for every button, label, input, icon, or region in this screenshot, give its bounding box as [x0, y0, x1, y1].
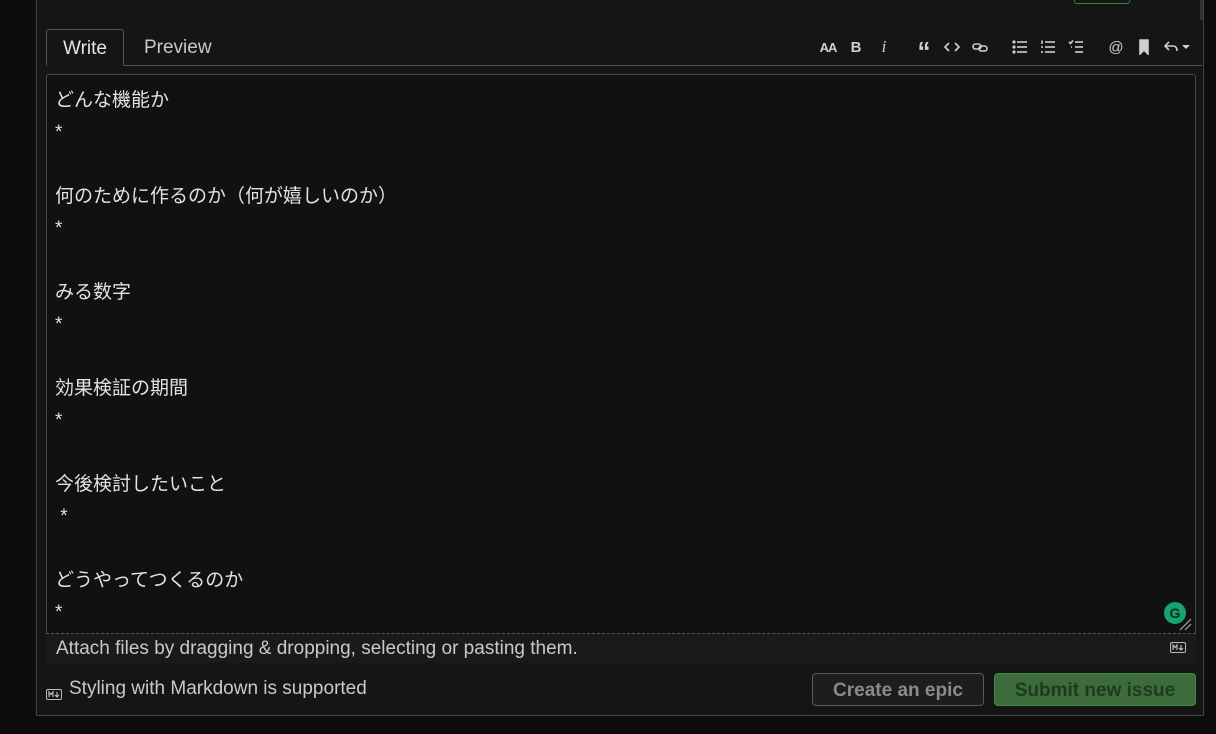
- quote-button[interactable]: “: [910, 35, 938, 66]
- mention-button[interactable]: @: [1102, 35, 1130, 59]
- quote-icon: “: [917, 36, 931, 66]
- reply-button[interactable]: [1158, 35, 1194, 59]
- tab-divider: [46, 65, 1202, 66]
- reference-button[interactable]: [1130, 35, 1158, 59]
- code-icon: [944, 42, 960, 52]
- file-attach-bar[interactable]: Attach files by dragging & dropping, sel…: [46, 633, 1196, 663]
- italic-icon: i: [881, 37, 887, 56]
- submit-new-issue-button[interactable]: Submit new issue: [994, 673, 1196, 706]
- italic-button[interactable]: i: [870, 35, 898, 59]
- create-epic-button[interactable]: Create an epic: [812, 673, 984, 706]
- chevron-down-icon: [1181, 45, 1190, 49]
- markdown-icon: [46, 689, 62, 700]
- reply-icon: [1163, 41, 1178, 52]
- editor-content: どんな機能か * 何のために作るのか（何が嬉しいのか） * みる数字 * 効果検…: [55, 90, 398, 623]
- resize-handle-icon[interactable]: [1178, 617, 1192, 631]
- heading-icon: AA: [819, 39, 838, 55]
- formatting-toolbar: AA B i “ @: [814, 35, 1194, 66]
- top-green-element: [1074, 0, 1130, 4]
- attach-files-text: Attach files by dragging & dropping, sel…: [56, 638, 578, 659]
- markdown-icon: [1170, 642, 1186, 653]
- mention-icon: @: [1108, 38, 1124, 56]
- task-list-icon: [1068, 39, 1083, 53]
- bullet-list-icon: [1012, 40, 1027, 54]
- tab-preview[interactable]: Preview: [124, 29, 228, 66]
- link-button[interactable]: [966, 35, 994, 59]
- scrollbar-strip: [1200, 0, 1203, 20]
- task-list-button[interactable]: [1062, 35, 1090, 59]
- comment-textarea[interactable]: どんな機能か * 何のために作るのか（何が嬉しいのか） * みる数字 * 効果検…: [46, 74, 1196, 633]
- bullet-list-button[interactable]: [1006, 35, 1034, 59]
- tab-write[interactable]: Write: [46, 29, 124, 66]
- bookmark-icon: [1139, 39, 1149, 55]
- link-icon: [972, 43, 988, 52]
- bold-button[interactable]: B: [842, 35, 870, 59]
- editor-tabs: Write Preview: [46, 29, 228, 66]
- numbered-list-button[interactable]: [1034, 35, 1062, 59]
- bold-icon: B: [850, 38, 862, 56]
- heading-button[interactable]: AA: [814, 35, 842, 59]
- markdown-support-note: Styling with Markdown is supported: [69, 678, 367, 699]
- code-button[interactable]: [938, 35, 966, 59]
- numbered-list-icon: [1041, 40, 1055, 53]
